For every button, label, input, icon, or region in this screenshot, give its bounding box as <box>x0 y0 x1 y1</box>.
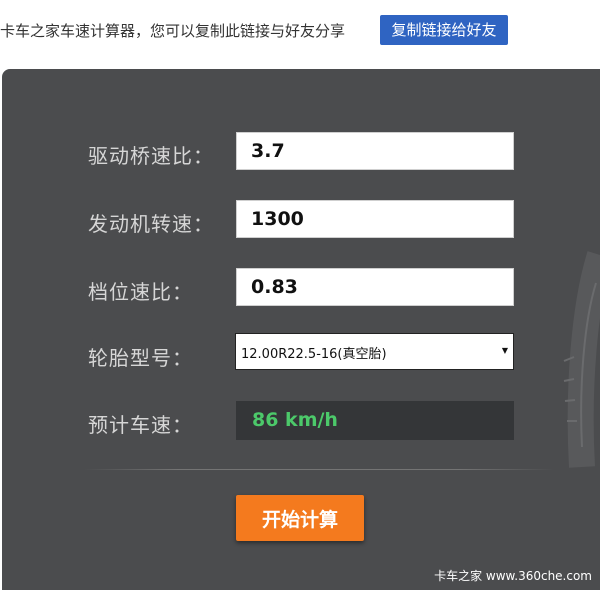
share-bar: 卡车之家车速计算器，您可以复制此链接与好友分享 复制链接给好友 <box>0 0 600 62</box>
dropdown-arrow-icon: ▼ <box>501 346 508 355</box>
engine-speed-input[interactable] <box>236 200 514 238</box>
share-hint-text: 卡车之家车速计算器，您可以复制此链接与好友分享 <box>0 22 346 40</box>
estimated-speed-value: 86 km/h <box>252 409 338 431</box>
tire-model-label: 轮胎型号： <box>88 346 193 370</box>
site-watermark: 卡车之家 www.360che.com <box>434 569 592 583</box>
estimated-speed-label: 预计车速： <box>88 413 193 437</box>
tire-model-select[interactable]: 12.00R22.5-16(真空胎) ▼ <box>235 333 514 370</box>
axle-ratio-input[interactable] <box>236 132 514 170</box>
axle-ratio-label: 驱动桥速比： <box>88 144 214 168</box>
gear-ratio-input[interactable] <box>236 268 514 306</box>
tire-model-selected-value: 12.00R22.5-16(真空胎) <box>241 347 387 362</box>
engine-speed-label: 发动机转速： <box>88 212 214 236</box>
section-divider <box>84 469 554 470</box>
gear-ratio-label: 档位速比： <box>88 280 193 304</box>
estimated-speed-output: 86 km/h <box>236 401 514 440</box>
speed-calculator-panel: 驱动桥速比： 发动机转速： 档位速比： 轮胎型号： 12.00R22.5-16(… <box>2 69 600 590</box>
copy-link-button[interactable]: 复制链接给好友 <box>380 15 508 45</box>
start-calculation-button[interactable]: 开始计算 <box>236 495 364 541</box>
